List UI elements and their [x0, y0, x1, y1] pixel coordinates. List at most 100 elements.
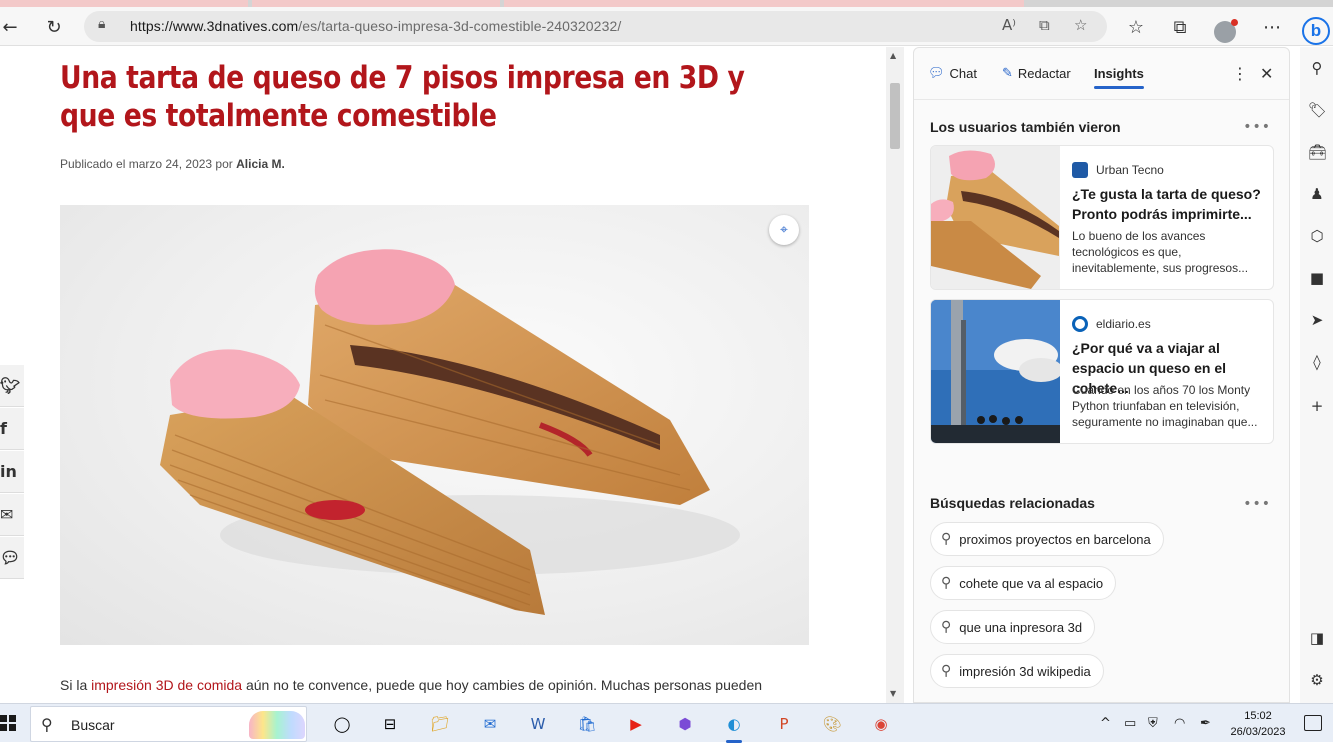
battery-icon[interactable]: ▭	[1124, 716, 1136, 731]
wifi-icon[interactable]: ◠	[1174, 716, 1185, 731]
clock[interactable]: 15:02 26/03/2023	[1228, 708, 1288, 740]
cheesecake-image	[160, 249, 740, 615]
tab-strip	[0, 0, 1333, 7]
powerpoint-icon[interactable]: P	[772, 712, 796, 736]
file-explorer-icon[interactable]: 📁︎	[428, 712, 452, 736]
games-icon[interactable]: ♟	[1308, 185, 1326, 203]
favorites-icon[interactable]: ☆	[1122, 13, 1150, 41]
store-icon[interactable]: 🛍︎	[575, 712, 599, 736]
youtube-icon[interactable]: ▶	[624, 712, 648, 736]
compose-icon: ✎	[1002, 66, 1013, 81]
settings-icon[interactable]: ⚙	[1308, 671, 1326, 689]
urban-tecno-logo-icon	[1072, 162, 1088, 178]
article-title: Una tarta de queso de 7 pisos impresa en…	[60, 60, 745, 134]
panel-more-icon[interactable]: ⋮	[1232, 64, 1248, 83]
section-title: Búsquedas relacionadas	[930, 495, 1095, 511]
pen-icon[interactable]: ✒	[1200, 716, 1211, 731]
author-link[interactable]: Alicia M.	[236, 157, 285, 171]
windows-start-icon[interactable]	[0, 715, 16, 731]
search-icon: ⚲	[941, 663, 952, 679]
facebook-icon[interactable]: f	[0, 408, 24, 450]
search-placeholder: Buscar	[71, 717, 115, 733]
outlook-icon[interactable]: ■	[1308, 269, 1326, 287]
security-icon[interactable]: ⛨	[1148, 716, 1158, 731]
add-favorite-icon[interactable]: ☆	[1074, 16, 1087, 34]
section-more-icon[interactable]: •••	[1243, 119, 1271, 135]
email-icon[interactable]: ✉	[0, 494, 24, 536]
page-scrollbar[interactable]: ▲ ▼	[886, 47, 904, 703]
section-more-icon[interactable]: •••	[1243, 496, 1271, 512]
bing-icon[interactable]: b	[1302, 17, 1330, 45]
article-image: ⌖	[60, 205, 809, 645]
microsoft365-icon[interactable]: ⬡	[1308, 227, 1326, 245]
app-icon[interactable]: ⬢	[673, 712, 697, 736]
card-title[interactable]: ¿Te gusta la tarta de queso? Pronto podr…	[1072, 184, 1267, 224]
split-screen-icon[interactable]: ◨	[1308, 629, 1326, 647]
tab-redactar[interactable]: ✎ Redactar	[1002, 66, 1071, 81]
chrome-icon[interactable]: ◉	[869, 712, 893, 736]
scroll-up-icon[interactable]: ▲	[890, 51, 896, 60]
card-source: Urban Tecno	[1072, 162, 1164, 178]
visual-search-icon[interactable]: ⌖	[769, 215, 799, 245]
cortana-icon[interactable]: ◯	[330, 712, 354, 736]
browser-tab-active[interactable]	[0, 0, 248, 7]
address-bar[interactable]: 🔒︎ https://www.3dnatives.com/es/tarta-qu…	[84, 11, 1107, 42]
refresh-icon[interactable]: ↻	[40, 13, 68, 41]
twitter-icon[interactable]: 🐦︎	[0, 365, 24, 407]
insight-card[interactable]: Urban Tecno ¿Te gusta la tarta de queso?…	[930, 145, 1274, 290]
browser-tab[interactable]	[252, 0, 500, 7]
search-icon: ⚲	[941, 531, 952, 547]
chat-icon: 💬︎	[928, 66, 945, 81]
card-description: Cuando en los años 70 los Monty Python t…	[1072, 383, 1258, 429]
more-icon[interactable]: ⋯	[1258, 13, 1286, 41]
notification-icon[interactable]	[1304, 715, 1322, 731]
web-page: Una tarta de queso de 7 pisos impresa en…	[0, 47, 886, 703]
tools-icon[interactable]: 🧰︎	[1308, 143, 1327, 161]
back-icon[interactable]: ←	[0, 13, 24, 41]
browser-tab[interactable]	[504, 0, 1024, 7]
add-icon[interactable]: +	[1308, 397, 1326, 415]
edge-sidebar-panel: 💬︎ Chat ✎ Redactar Insights ⋮ ✕ Los usua…	[913, 47, 1290, 703]
scroll-down-icon[interactable]: ▼	[890, 689, 896, 698]
related-search-chip[interactable]: ⚲ cohete que va al espacio	[930, 566, 1117, 600]
sidebar-tabs: 💬︎ Chat ✎ Redactar Insights ⋮ ✕	[914, 48, 1289, 100]
search-icon[interactable]: ⚲	[1308, 59, 1326, 77]
browser-toolbar: ← ↻ 🔒︎ https://www.3dnatives.com/es/tart…	[0, 7, 1333, 46]
avatar[interactable]	[1214, 19, 1238, 43]
card-thumbnail	[931, 146, 1060, 289]
insight-card[interactable]: eldiario.es ¿Por qué va a viajar al espa…	[930, 299, 1274, 444]
collections-icon[interactable]: ⧉	[1166, 13, 1194, 41]
clock-date: 26/03/2023	[1230, 726, 1286, 738]
edge-icon[interactable]: ◐	[722, 712, 746, 743]
lock-icon[interactable]: 🔒︎	[98, 16, 105, 32]
scrollbar-thumb[interactable]	[890, 83, 900, 149]
eldiario-logo-icon	[1072, 316, 1088, 332]
linkedin-icon[interactable]: in	[0, 451, 24, 493]
shopping-tag-icon[interactable]: 🏷︎	[1308, 101, 1327, 119]
mail-icon[interactable]: ✉	[478, 712, 502, 736]
word-icon[interactable]: W	[526, 712, 550, 736]
search-icon: ⚲	[41, 715, 53, 734]
related-search-chip[interactable]: ⚲ que una inpresora 3d	[930, 610, 1096, 644]
sidebar-rail: ⚲ 🏷︎ 🧰︎ ♟ ⬡ ■ ➤ ◊ + ◨ ⚙	[1300, 47, 1333, 703]
comment-icon[interactable]: 💬︎	[0, 537, 24, 579]
card-source: eldiario.es	[1072, 316, 1151, 332]
windows-taskbar: ⚲ Buscar ◯ ⊟ 📁︎ ✉ W 🛍︎ ▶ ⬢ ◐ P 🎨︎ ◉ ^ ▭ …	[0, 703, 1333, 743]
search-icon: ⚲	[941, 619, 952, 635]
read-aloud-icon[interactable]: A⁾	[1002, 16, 1016, 34]
chevron-up-icon[interactable]: ^	[1100, 716, 1111, 731]
tab-insights[interactable]: Insights	[1094, 66, 1144, 89]
search-highlight-image	[249, 711, 305, 739]
url-text: https://www.3dnatives.com/es/tarta-queso…	[130, 18, 622, 34]
drop-icon[interactable]: ◊	[1308, 353, 1326, 371]
food-printing-link[interactable]: impresión 3D de comida	[91, 677, 242, 693]
app-available-icon[interactable]: ⧉	[1039, 16, 1050, 34]
task-view-icon[interactable]: ⊟	[378, 712, 402, 736]
send-icon[interactable]: ➤	[1308, 311, 1326, 329]
paint-icon[interactable]: 🎨︎	[820, 712, 844, 736]
taskbar-search[interactable]: ⚲ Buscar	[30, 706, 307, 742]
close-icon[interactable]: ✕	[1260, 64, 1273, 83]
related-search-chip[interactable]: ⚲ impresión 3d wikipedia	[930, 654, 1104, 688]
related-search-chip[interactable]: ⚲ proximos proyectos en barcelona	[930, 522, 1164, 556]
tab-chat[interactable]: 💬︎ Chat	[928, 66, 977, 81]
